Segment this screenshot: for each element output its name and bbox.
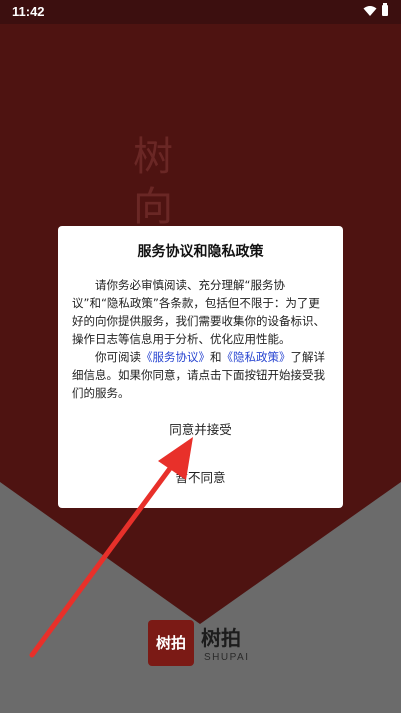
disagree-button[interactable]: 暂不同意	[138, 466, 263, 490]
paragraph2-and: 和	[210, 350, 222, 364]
privacy-link[interactable]: 《隐私政策》	[222, 350, 291, 364]
brand-name: 树拍	[201, 626, 241, 650]
envelope-shape	[0, 474, 401, 713]
battery-icon	[382, 3, 388, 16]
terms-link[interactable]: 《服务协议》	[141, 350, 210, 364]
dialog-paragraph-1: 请你务必审慎阅读、充分理解“服务协议”和“隐私政策”各条款，包括但不限于：为了更…	[72, 278, 325, 346]
dialog-title: 服务协议和隐私政策	[137, 244, 264, 260]
brand-logo-icon: 树拍	[148, 620, 194, 666]
privacy-dialog: 服务协议和隐私政策 请你务必审慎阅读、充分理解“服务协议”和“隐私政策”各条款，…	[58, 226, 343, 508]
dialog-body: 请你务必审慎阅读、充分理解“服务协议”和“隐私政策”各条款，包括但不限于：为了更…	[72, 276, 330, 402]
paragraph2-prefix: 你可阅读	[95, 350, 141, 364]
status-bar: 11:42	[0, 0, 401, 24]
dialog-paragraph-2: 你可阅读《服务协议》和《隐私政策》了解详细信息。如果你同意，请点击下面按钮开始接…	[72, 348, 330, 402]
agree-button[interactable]: 同意并接受	[138, 418, 263, 442]
app-screen: 11:42 树向着 树拍 树拍 SHUPAI 服务协议和隐私政策 请你务必审慎阅…	[0, 0, 401, 713]
wifi-icon	[363, 6, 377, 16]
brand-subtitle: SHUPAI	[204, 652, 250, 663]
status-time: 11:42	[12, 4, 45, 19]
